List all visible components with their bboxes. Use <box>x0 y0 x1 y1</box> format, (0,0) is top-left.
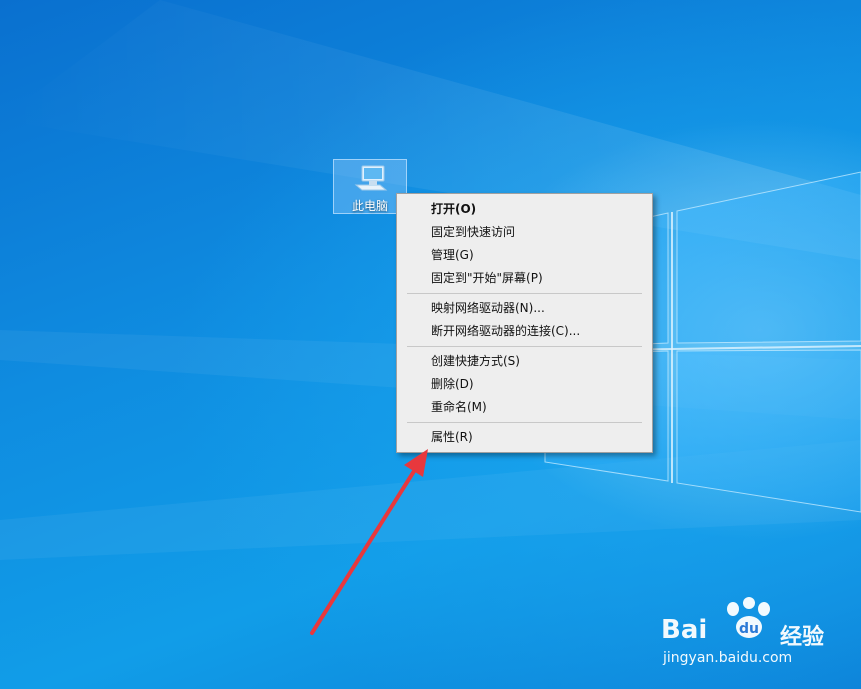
menu-item-rename[interactable]: 重命名(M) <box>397 396 652 418</box>
menu-item-manage[interactable]: 管理(G) <box>397 244 652 266</box>
computer-icon <box>354 165 388 191</box>
watermark-product: 经验 <box>780 625 825 650</box>
menu-item-open[interactable]: 打开(O) <box>397 198 652 220</box>
baidu-jingyan-watermark: du Bai 经验 jingyan.baidu.com <box>655 597 855 677</box>
menu-separator <box>407 346 642 347</box>
menu-item-delete[interactable]: 删除(D) <box>397 373 652 395</box>
menu-item-pin-quick-access[interactable]: 固定到快速访问 <box>397 221 652 243</box>
menu-item-pin-start[interactable]: 固定到"开始"屏幕(P) <box>397 267 652 289</box>
menu-item-properties[interactable]: 属性(R) <box>397 426 652 448</box>
menu-separator <box>407 293 642 294</box>
menu-item-disconnect-network-drive[interactable]: 断开网络驱动器的连接(C)... <box>397 320 652 342</box>
menu-item-map-network-drive[interactable]: 映射网络驱动器(N)... <box>397 297 652 319</box>
watermark-url: jingyan.baidu.com <box>663 650 793 666</box>
menu-item-create-shortcut[interactable]: 创建快捷方式(S) <box>397 350 652 372</box>
desktop[interactable]: 此电脑 打开(O) 固定到快速访问 管理(G) 固定到"开始"屏幕(P) 映射网… <box>0 0 861 689</box>
menu-separator <box>407 422 642 423</box>
context-menu[interactable]: 打开(O) 固定到快速访问 管理(G) 固定到"开始"屏幕(P) 映射网络驱动器… <box>396 193 653 453</box>
watermark-brand: Bai <box>661 615 708 645</box>
